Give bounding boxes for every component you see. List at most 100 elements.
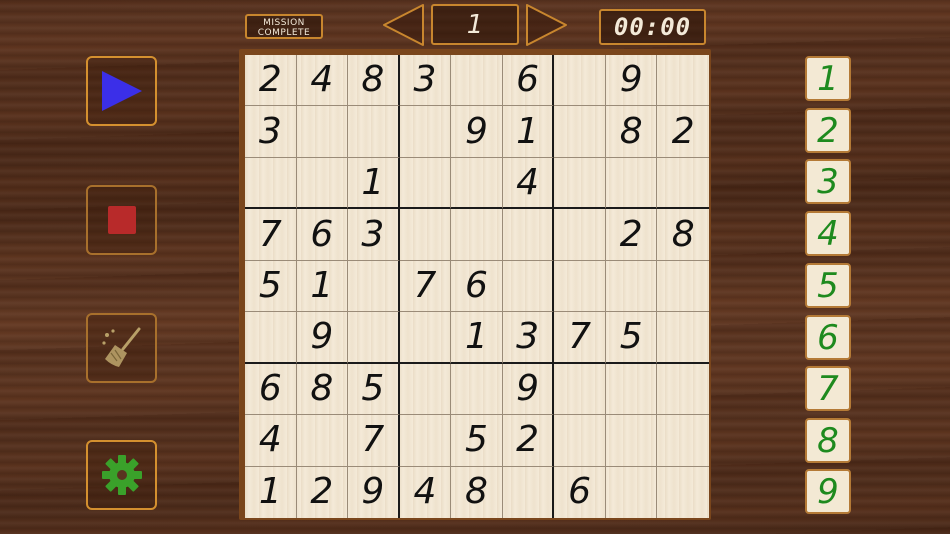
number-button-8[interactable]: 8 xyxy=(805,418,851,463)
sudoku-cell[interactable] xyxy=(451,363,503,416)
sudoku-cell[interactable] xyxy=(399,209,452,261)
sudoku-cell[interactable]: 6 xyxy=(502,55,555,107)
sudoku-cell[interactable] xyxy=(502,209,555,261)
sudoku-cell[interactable]: 3 xyxy=(502,312,555,364)
sudoku-cell[interactable]: 9 xyxy=(451,106,503,158)
sudoku-cell[interactable]: 2 xyxy=(245,55,297,107)
right-arrow-icon[interactable] xyxy=(525,3,569,47)
sudoku-cell[interactable] xyxy=(451,209,503,261)
sudoku-cell[interactable]: 4 xyxy=(296,55,349,107)
sudoku-cell[interactable]: 1 xyxy=(502,106,555,158)
sudoku-cell[interactable] xyxy=(502,260,555,313)
settings-button[interactable] xyxy=(86,440,157,510)
sudoku-cell[interactable]: 9 xyxy=(605,55,658,107)
number-button-1[interactable]: 1 xyxy=(805,56,851,101)
sudoku-cell[interactable]: 7 xyxy=(245,209,297,261)
sudoku-cell[interactable] xyxy=(605,157,658,210)
sudoku-cell[interactable] xyxy=(554,415,606,467)
sudoku-cell[interactable]: 9 xyxy=(502,363,555,416)
sudoku-cell[interactable]: 3 xyxy=(348,209,400,261)
sudoku-cell[interactable]: 4 xyxy=(400,466,452,518)
sudoku-cell[interactable]: 3 xyxy=(399,55,452,107)
timer-display: 00:00 xyxy=(599,9,706,45)
sudoku-cell[interactable] xyxy=(554,363,606,416)
sudoku-cell[interactable]: 2 xyxy=(605,209,658,261)
sudoku-cell[interactable]: 6 xyxy=(245,363,297,416)
sudoku-cell[interactable] xyxy=(296,106,349,158)
sudoku-cell[interactable]: 5 xyxy=(451,415,503,467)
sudoku-cell[interactable]: 8 xyxy=(605,106,658,158)
sudoku-cell[interactable] xyxy=(554,260,606,313)
sudoku-cell[interactable] xyxy=(348,106,400,158)
sudoku-cell[interactable]: 8 xyxy=(657,209,709,261)
number-button-6[interactable]: 6 xyxy=(805,315,851,360)
sudoku-cell[interactable] xyxy=(503,466,555,518)
sudoku-cell[interactable] xyxy=(605,415,658,467)
sudoku-cell[interactable]: 8 xyxy=(348,55,400,107)
sudoku-cell[interactable]: 1 xyxy=(245,466,297,518)
sudoku-cell[interactable] xyxy=(657,158,709,210)
sudoku-cell[interactable] xyxy=(605,260,658,313)
sudoku-cell[interactable]: 4 xyxy=(245,415,297,467)
sudoku-cell[interactable]: 9 xyxy=(296,312,349,364)
play-icon xyxy=(101,71,142,111)
sudoku-cell[interactable] xyxy=(657,364,709,416)
sudoku-cell[interactable] xyxy=(451,157,503,210)
number-button-3[interactable]: 3 xyxy=(805,159,851,204)
sudoku-cell[interactable]: 7 xyxy=(399,260,452,313)
sudoku-cell[interactable] xyxy=(554,106,606,158)
sudoku-cell[interactable]: 8 xyxy=(296,363,349,416)
sudoku-cell[interactable]: 2 xyxy=(297,466,349,518)
number-button-4[interactable]: 4 xyxy=(805,211,851,256)
sudoku-cell[interactable]: 6 xyxy=(296,209,349,261)
sudoku-cell[interactable] xyxy=(554,157,606,210)
sudoku-cell[interactable] xyxy=(657,415,709,467)
sudoku-cell[interactable] xyxy=(657,312,709,364)
play-button[interactable] xyxy=(86,56,157,126)
sudoku-cell[interactable] xyxy=(245,157,297,210)
number-button-5[interactable]: 5 xyxy=(805,263,851,308)
sudoku-cell[interactable]: 7 xyxy=(554,312,606,364)
sudoku-cell[interactable] xyxy=(348,312,400,364)
sudoku-cell[interactable] xyxy=(605,363,658,416)
sudoku-cell[interactable] xyxy=(451,55,503,107)
clear-button[interactable] xyxy=(86,313,157,383)
sudoku-cell[interactable] xyxy=(399,106,452,158)
sudoku-cell[interactable] xyxy=(554,55,606,107)
sudoku-cell[interactable]: 5 xyxy=(245,260,297,313)
sudoku-cell[interactable] xyxy=(657,55,709,107)
stop-button[interactable] xyxy=(86,185,157,255)
sudoku-cell[interactable]: 1 xyxy=(451,312,503,364)
sudoku-cell[interactable] xyxy=(657,467,709,518)
number-button-2[interactable]: 2 xyxy=(805,108,851,153)
sudoku-cell[interactable] xyxy=(399,312,452,364)
sudoku-cell[interactable] xyxy=(399,415,452,467)
sudoku-cell[interactable] xyxy=(606,466,658,518)
sudoku-cell[interactable]: 5 xyxy=(348,363,400,416)
number-button-9[interactable]: 9 xyxy=(805,469,851,514)
sudoku-cell[interactable]: 6 xyxy=(451,260,503,313)
sudoku-cell[interactable] xyxy=(348,260,400,313)
mission-status-badge: MISSION COMPLETE xyxy=(245,14,323,39)
number-button-7[interactable]: 7 xyxy=(805,366,851,411)
sudoku-cell[interactable]: 1 xyxy=(348,157,400,210)
sudoku-cell[interactable] xyxy=(657,261,709,313)
sudoku-cell[interactable]: 5 xyxy=(605,312,658,364)
sudoku-cell[interactable] xyxy=(399,363,452,416)
sudoku-cell[interactable] xyxy=(296,157,349,210)
sudoku-cell[interactable] xyxy=(399,157,452,210)
sudoku-cell[interactable]: 4 xyxy=(502,157,555,210)
sudoku-cell[interactable]: 7 xyxy=(348,415,400,467)
sudoku-cell[interactable]: 8 xyxy=(451,466,503,518)
sudoku-cell[interactable] xyxy=(296,415,349,467)
sudoku-cell[interactable]: 1 xyxy=(296,260,349,313)
sudoku-cell[interactable] xyxy=(245,312,297,364)
gear-icon xyxy=(101,455,142,495)
sudoku-cell[interactable]: 9 xyxy=(348,466,400,518)
left-arrow-icon[interactable] xyxy=(381,3,425,47)
sudoku-cell[interactable] xyxy=(554,209,606,261)
sudoku-cell[interactable]: 2 xyxy=(657,106,709,158)
sudoku-cell[interactable]: 3 xyxy=(245,106,297,158)
sudoku-cell[interactable]: 2 xyxy=(502,415,555,467)
sudoku-cell[interactable]: 6 xyxy=(554,466,606,518)
